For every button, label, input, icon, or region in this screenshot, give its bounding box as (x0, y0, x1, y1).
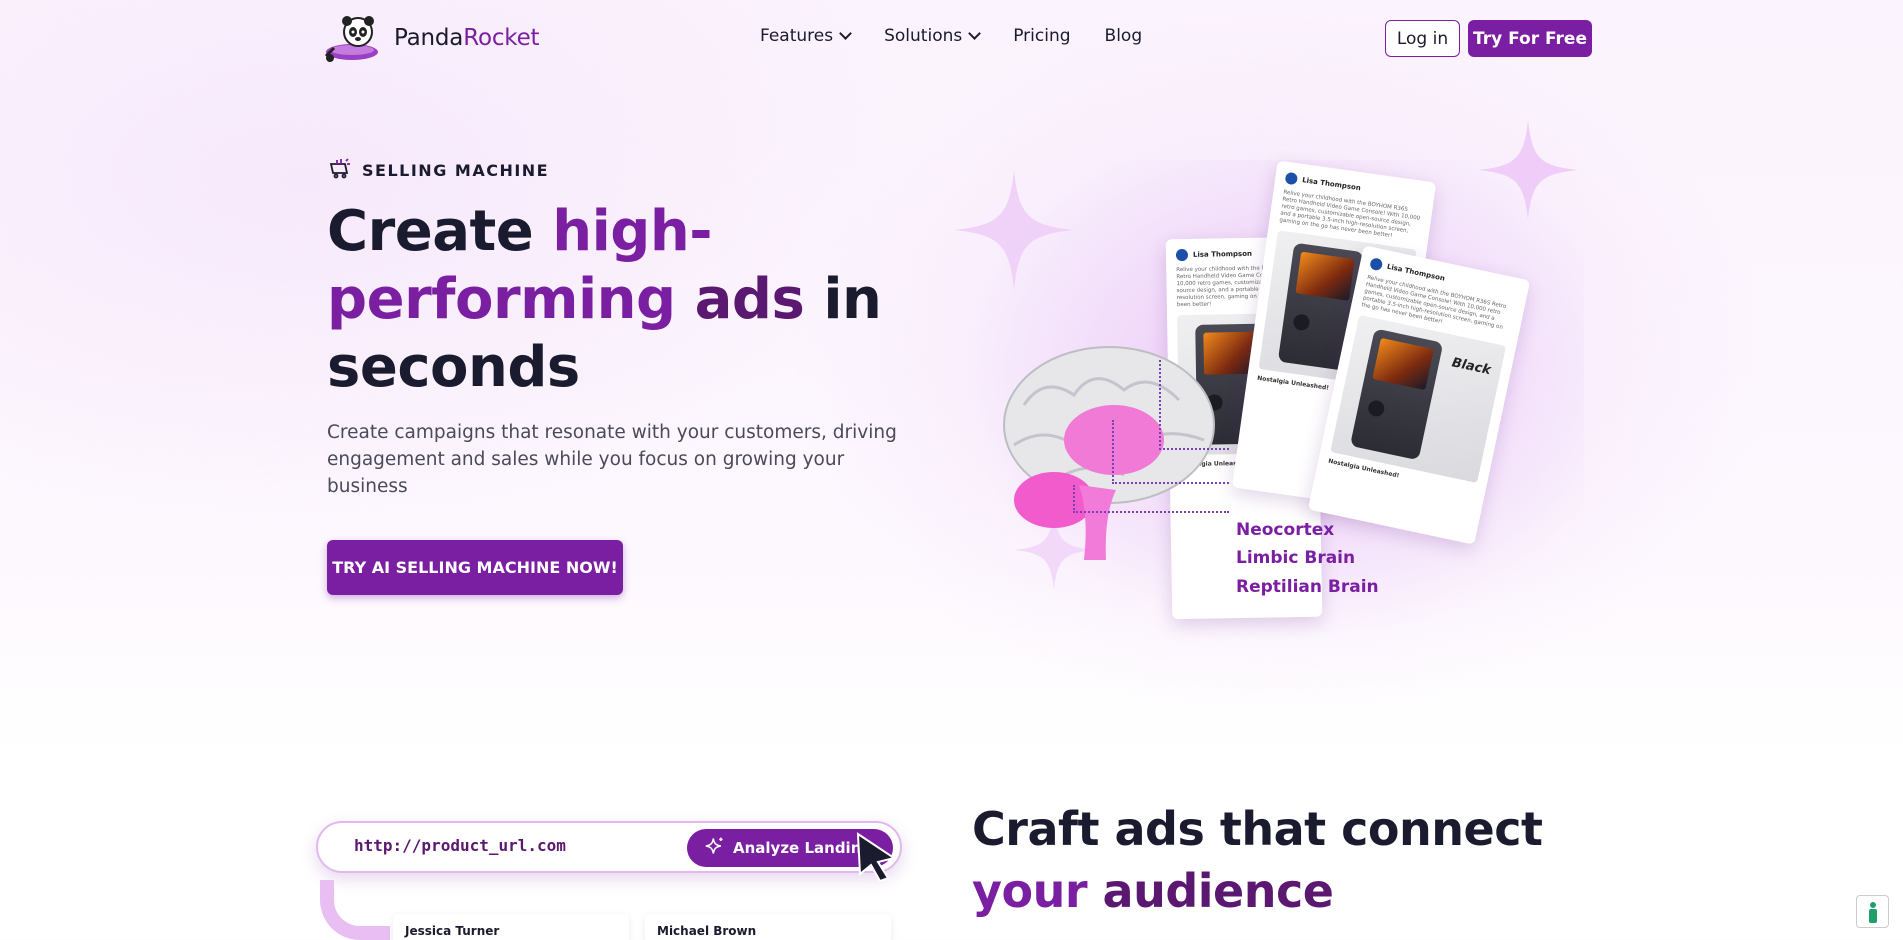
nav-item-label: Blog (1104, 26, 1143, 46)
nav-item-solutions[interactable]: Solutions (884, 26, 982, 46)
avatar (1175, 248, 1189, 262)
avatar (1284, 171, 1299, 186)
nav-item-label: Features (760, 26, 834, 46)
hero-title: Create high-performing ads in seconds (327, 198, 887, 402)
selling-machine-icon (328, 156, 352, 184)
nav-item-label: Pricing (1013, 26, 1071, 46)
ad-card-author: Lisa Thompson (1192, 249, 1253, 259)
eyebrow-label: SELLING MACHINE (362, 160, 550, 180)
ad-card-author: Lisa Thompson (1301, 176, 1362, 193)
ad-card-image: Black (1330, 314, 1507, 483)
brand-name-part2: Rocket (463, 25, 540, 51)
sparkles-icon (705, 836, 725, 860)
persona-card: Michael Brown (645, 914, 891, 940)
nav-item-features[interactable]: Features (760, 26, 852, 46)
brand-name-part1: Panda (394, 25, 464, 51)
try-for-free-button[interactable]: Try For Free (1468, 20, 1592, 57)
console-device (1349, 328, 1444, 461)
brain-label-reptilian: Reptilian Brain (1236, 577, 1379, 597)
brain-label-limbic: Limbic Brain (1236, 548, 1356, 568)
console-buttons (1292, 313, 1311, 332)
leader-line (1073, 485, 1229, 513)
mouse-cursor-icon (856, 832, 897, 882)
brand-logo[interactable]: PandaRocket (322, 12, 540, 64)
brain-label-neocortex: Neocortex (1236, 520, 1335, 540)
login-button[interactable]: Log in (1385, 20, 1460, 57)
top-navbar: PandaRocket Features Solutions Pricing B… (0, 0, 1903, 78)
section-title-part: Craft ads that connect (972, 802, 1543, 856)
chevron-down-icon (968, 27, 982, 40)
nav-item-label: Solutions (884, 26, 963, 46)
nav-item-pricing[interactable]: Pricing (1013, 26, 1070, 46)
hero-title-part: Create (327, 199, 553, 264)
hero-title-accent-dark: ads (694, 267, 805, 332)
accessibility-icon (1868, 901, 1877, 923)
try-ai-selling-machine-button[interactable]: TRY AI SELLING MACHINE NOW! (327, 540, 623, 595)
leader-line (1112, 420, 1229, 484)
brand-name: PandaRocket (394, 25, 540, 51)
console-screen (1295, 251, 1355, 301)
nav-item-blog[interactable]: Blog (1105, 26, 1143, 46)
console-screen (1372, 337, 1434, 391)
main-menu: Features Solutions Pricing Blog (760, 26, 1142, 46)
flow-arrow (320, 880, 390, 940)
panda-rocket-logo-icon (322, 12, 388, 64)
url-input[interactable]: http://product_url.com (354, 836, 566, 855)
avatar (1369, 257, 1384, 272)
section-title-accent-dark: audience (1102, 864, 1334, 918)
eyebrow: SELLING MACHINE (328, 156, 549, 184)
analyze-landing-label: Analyze Landing (733, 839, 873, 857)
hero-subtitle: Create campaigns that resonate with your… (327, 422, 897, 497)
color-tag: Black (1450, 355, 1493, 379)
persona-card: Jessica Turner (393, 914, 629, 940)
accessibility-widget[interactable] (1856, 895, 1889, 928)
sparkle-icon (1478, 120, 1578, 220)
section-title-accent: your (972, 864, 1103, 918)
console-buttons (1366, 398, 1386, 418)
hero-illustration: Lisa Thompson Relive your childhood with… (954, 120, 1584, 640)
section-title: Craft ads that connect your audience (972, 798, 1612, 922)
sparkle-icon (954, 170, 1074, 290)
chevron-down-icon (839, 27, 852, 40)
